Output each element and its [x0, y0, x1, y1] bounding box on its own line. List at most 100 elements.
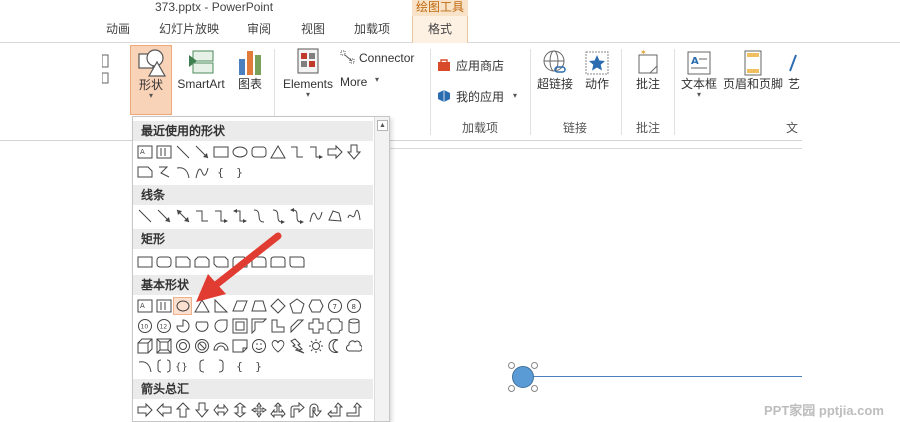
arc-shape[interactable] [173, 163, 192, 181]
left-brace-shape[interactable]: { [211, 163, 230, 181]
curve-shape[interactable] [306, 207, 325, 225]
lightning-bolt-shape[interactable] [287, 337, 306, 355]
rectangle-shape[interactable] [135, 253, 154, 271]
snip-rectangle-shape[interactable] [135, 163, 154, 181]
my-apps-button[interactable]: 我的应用 ▾ [437, 88, 525, 106]
freeform-shape[interactable] [325, 207, 344, 225]
action-button[interactable]: 动作 [580, 49, 614, 105]
elbow-double-arrow-shape[interactable] [230, 207, 249, 225]
tab-slideshow[interactable]: 幻灯片放映 [154, 16, 224, 43]
elbow-arrow-connector-shape[interactable] [306, 143, 325, 161]
heptagon-shape[interactable]: 7 [325, 297, 344, 315]
left-arrow-shape[interactable] [154, 401, 173, 419]
wordart-button[interactable]: 艺 [786, 49, 802, 105]
double-bracket-shape[interactable] [154, 357, 173, 375]
left-bracket-shape[interactable] [192, 357, 211, 375]
slide-canvas[interactable] [0, 142, 802, 422]
elbow-arrow-connector-shape[interactable] [211, 207, 230, 225]
gallery-scrollbar[interactable]: ▲ [374, 117, 389, 421]
bent-arrow-shape[interactable] [287, 401, 306, 419]
diagonal-stripe-shape[interactable] [287, 317, 306, 335]
tab-animations[interactable]: 动画 [104, 16, 132, 43]
vertical-textbox-shape[interactable] [154, 143, 173, 161]
curve-shape[interactable] [192, 163, 211, 181]
resize-handle[interactable] [531, 385, 538, 392]
tab-format[interactable]: 格式 [412, 16, 468, 43]
textbox-shape[interactable]: A [135, 143, 154, 161]
right-brace-shape[interactable]: } [230, 163, 249, 181]
store-button[interactable]: 应用商店 [437, 57, 517, 75]
bevel-shape[interactable] [154, 337, 173, 355]
scribble-shape[interactable] [344, 207, 363, 225]
right-arrow-shape[interactable] [135, 401, 154, 419]
u-turn-arrow-shape[interactable] [306, 401, 325, 419]
triangle-shape[interactable] [268, 143, 287, 161]
l-shape[interactable] [268, 317, 287, 335]
heart-shape[interactable] [268, 337, 287, 355]
tab-addins[interactable]: 加载项 [350, 16, 394, 43]
left-brace-shape[interactable]: { [230, 357, 249, 375]
curved-connector-shape[interactable] [249, 207, 268, 225]
rectangle-shape[interactable] [211, 143, 230, 161]
arrow-line-shape[interactable] [192, 143, 211, 161]
resize-handle[interactable] [508, 385, 515, 392]
half-frame-shape[interactable] [249, 317, 268, 335]
up-down-arrow-shape[interactable] [230, 401, 249, 419]
curved-arrow-connector-shape[interactable] [268, 207, 287, 225]
down-arrow-shape[interactable] [344, 143, 363, 161]
comment-button[interactable]: ✶ 批注 [628, 49, 668, 105]
textbox-shape[interactable]: A [135, 297, 154, 315]
bent-up-arrow-shape[interactable] [344, 401, 363, 419]
vertical-textbox-shape[interactable] [154, 297, 173, 315]
right-brace-shape[interactable]: } [249, 357, 268, 375]
dodecagon-shape[interactable]: 12 [154, 317, 173, 335]
scroll-up-icon[interactable]: ▲ [377, 120, 388, 131]
smiley-face-shape[interactable] [249, 337, 268, 355]
quad-arrow-shape[interactable] [249, 401, 268, 419]
cube-shape[interactable] [135, 337, 154, 355]
elbow-connector-shape[interactable] [192, 207, 211, 225]
freeform-shape[interactable] [154, 163, 173, 181]
chord-shape[interactable] [192, 317, 211, 335]
frame-shape[interactable] [230, 317, 249, 335]
right-arrow-shape[interactable] [325, 143, 344, 161]
tab-review[interactable]: 审阅 [244, 16, 274, 43]
more-button[interactable]: More ▾ [340, 73, 400, 91]
arc-shape[interactable] [135, 357, 154, 375]
arrow-line-shape[interactable] [154, 207, 173, 225]
resize-handle[interactable] [531, 362, 538, 369]
connector-button[interactable]: Connector [340, 49, 424, 67]
tab-view[interactable]: 视图 [298, 16, 328, 43]
can-shape[interactable] [344, 317, 363, 335]
line-shape-icon[interactable] [135, 207, 154, 225]
cloud-shape[interactable] [344, 337, 363, 355]
moon-shape[interactable] [325, 337, 344, 355]
circle-shape[interactable] [512, 366, 534, 388]
smartart-button[interactable]: SmartArt [174, 45, 228, 105]
hexagon-shape[interactable] [306, 297, 325, 315]
line-shape-icon[interactable] [173, 143, 192, 161]
decagon-shape[interactable]: 10 [135, 317, 154, 335]
curved-double-arrow-shape[interactable] [287, 207, 306, 225]
down-arrow-shape[interactable] [192, 401, 211, 419]
hyperlink-button[interactable]: 超链接 [535, 49, 575, 105]
rounded-rectangle-shape[interactable] [154, 253, 173, 271]
oval-shape[interactable] [230, 143, 249, 161]
donut-shape[interactable] [173, 337, 192, 355]
cross-shape[interactable] [306, 317, 325, 335]
octagon-shape[interactable]: 8 [344, 297, 363, 315]
chart-button[interactable]: 图表 [232, 45, 268, 105]
rounded-rectangle-shape[interactable] [249, 143, 268, 161]
elbow-connector-shape[interactable] [287, 143, 306, 161]
double-arrow-line-shape[interactable] [173, 207, 192, 225]
header-footer-button[interactable]: 页眉和页脚 [722, 49, 784, 105]
no-symbol-shape[interactable] [192, 337, 211, 355]
plaque-shape[interactable] [325, 317, 344, 335]
teardrop-shape[interactable] [211, 317, 230, 335]
left-up-arrow-shape[interactable] [325, 401, 344, 419]
left-right-arrow-shape[interactable] [211, 401, 230, 419]
double-brace-shape[interactable]: {} [173, 357, 192, 375]
resize-handle[interactable] [508, 362, 515, 369]
sun-shape[interactable] [306, 337, 325, 355]
line-shape[interactable] [523, 376, 802, 377]
